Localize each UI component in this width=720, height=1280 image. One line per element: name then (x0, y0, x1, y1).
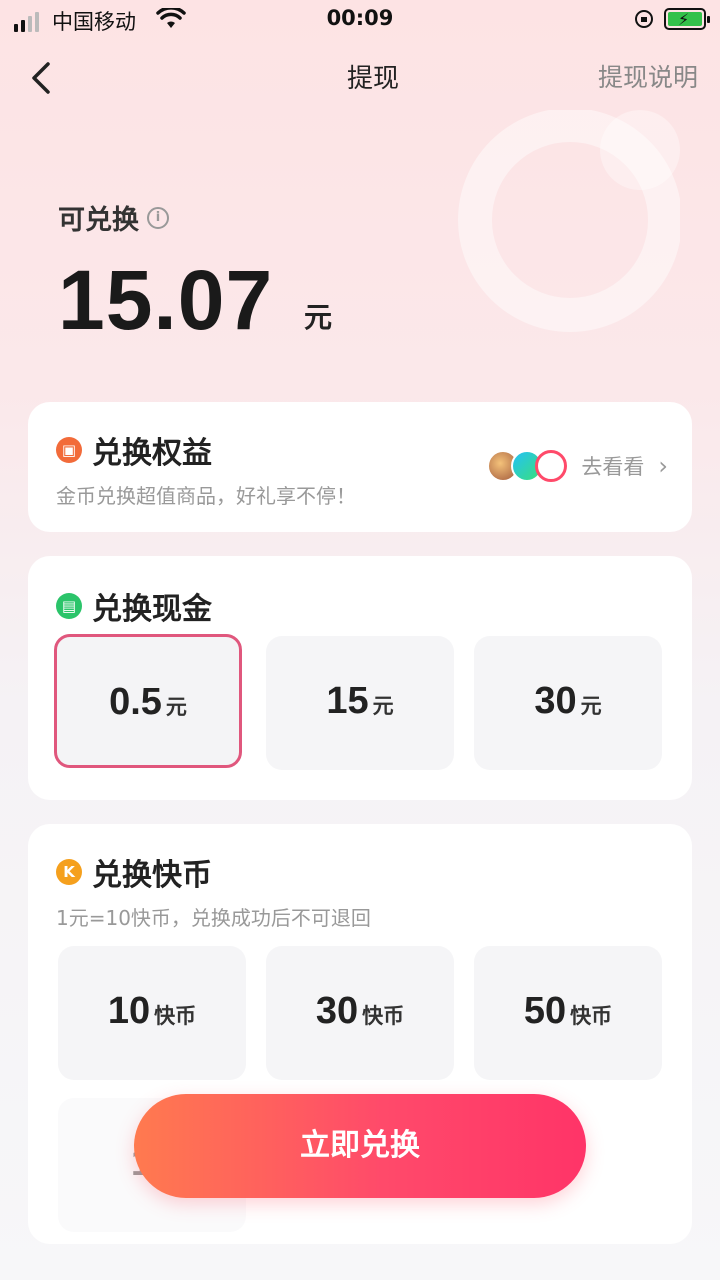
option-unit: 快币 (570, 1004, 613, 1028)
option-value: 15 (326, 680, 369, 722)
benefits-link-text: 去看看 (581, 455, 645, 479)
chevron-right-icon: › (658, 452, 668, 480)
benefits-title-text: 兑换权益 (92, 436, 212, 471)
benefits-subtitle: 金币兑换超值商品，好礼享不停！ (56, 484, 356, 508)
benefits-view-link[interactable]: 去看看 › (487, 450, 668, 482)
coins-title: K 兑换快币 (56, 850, 212, 894)
cash-icon: ▤ (56, 593, 82, 619)
option-value: 50 (523, 990, 567, 1032)
benefits-card[interactable]: ▣ 兑换权益 金币兑换超值商品，好礼享不停！ 去看看 › (28, 402, 692, 532)
cash-option-15[interactable]: 15 元 (266, 636, 454, 770)
coin-option-10[interactable]: 10 快币 (58, 946, 246, 1080)
balance-amount: 15.07 (58, 253, 274, 347)
partner-app-icons (487, 450, 568, 482)
coins-subtitle: 1元=10快币，兑换成功后不可退回 (56, 906, 371, 930)
rotation-lock-icon (635, 10, 653, 28)
kuaibi-coin-icon: K (56, 859, 82, 885)
benefits-title: ▣ 兑换权益 (56, 428, 212, 472)
battery-icon: ⚡ (664, 8, 710, 30)
coin-option-30[interactable]: 30 快币 (266, 946, 454, 1080)
cash-title-text: 兑换现金 (92, 592, 212, 627)
balance-unit: 元 (304, 301, 333, 334)
gift-icon: ▣ (56, 437, 82, 463)
option-unit: 快币 (362, 1004, 405, 1028)
exchange-now-button[interactable]: 立即兑换 (134, 1094, 586, 1198)
option-value: 10 (107, 990, 151, 1032)
option-unit: 元 (580, 694, 602, 718)
status-bar: 中国移动 00:09 ⚡ (0, 0, 720, 40)
cash-option-0.5[interactable]: 0.5 元 (54, 634, 242, 768)
withdraw-help-link[interactable]: 提现说明 (598, 58, 698, 94)
balance-label: 可兑换 i (58, 198, 169, 237)
option-value: 0.5 (109, 681, 162, 723)
info-icon[interactable]: i (147, 206, 169, 229)
clock: 00:09 (326, 6, 394, 30)
option-value: 30 (534, 680, 577, 722)
cash-option-30[interactable]: 30 元 (474, 636, 662, 770)
balance-label-text: 可兑换 (58, 205, 139, 236)
background-decoration (458, 110, 680, 332)
cash-title: ▤ 兑换现金 (56, 584, 212, 628)
coin-option-50[interactable]: 50 快币 (474, 946, 662, 1080)
cash-exchange-card: ▤ 兑换现金 0.5 元 15 元 30 元 (28, 556, 692, 800)
option-unit: 元 (165, 695, 187, 719)
option-unit: 快币 (154, 1004, 197, 1028)
option-value: 30 (315, 990, 359, 1032)
option-unit: 元 (372, 694, 394, 718)
coins-title-text: 兑换快币 (92, 858, 212, 893)
bilibili-app-icon (535, 450, 568, 482)
